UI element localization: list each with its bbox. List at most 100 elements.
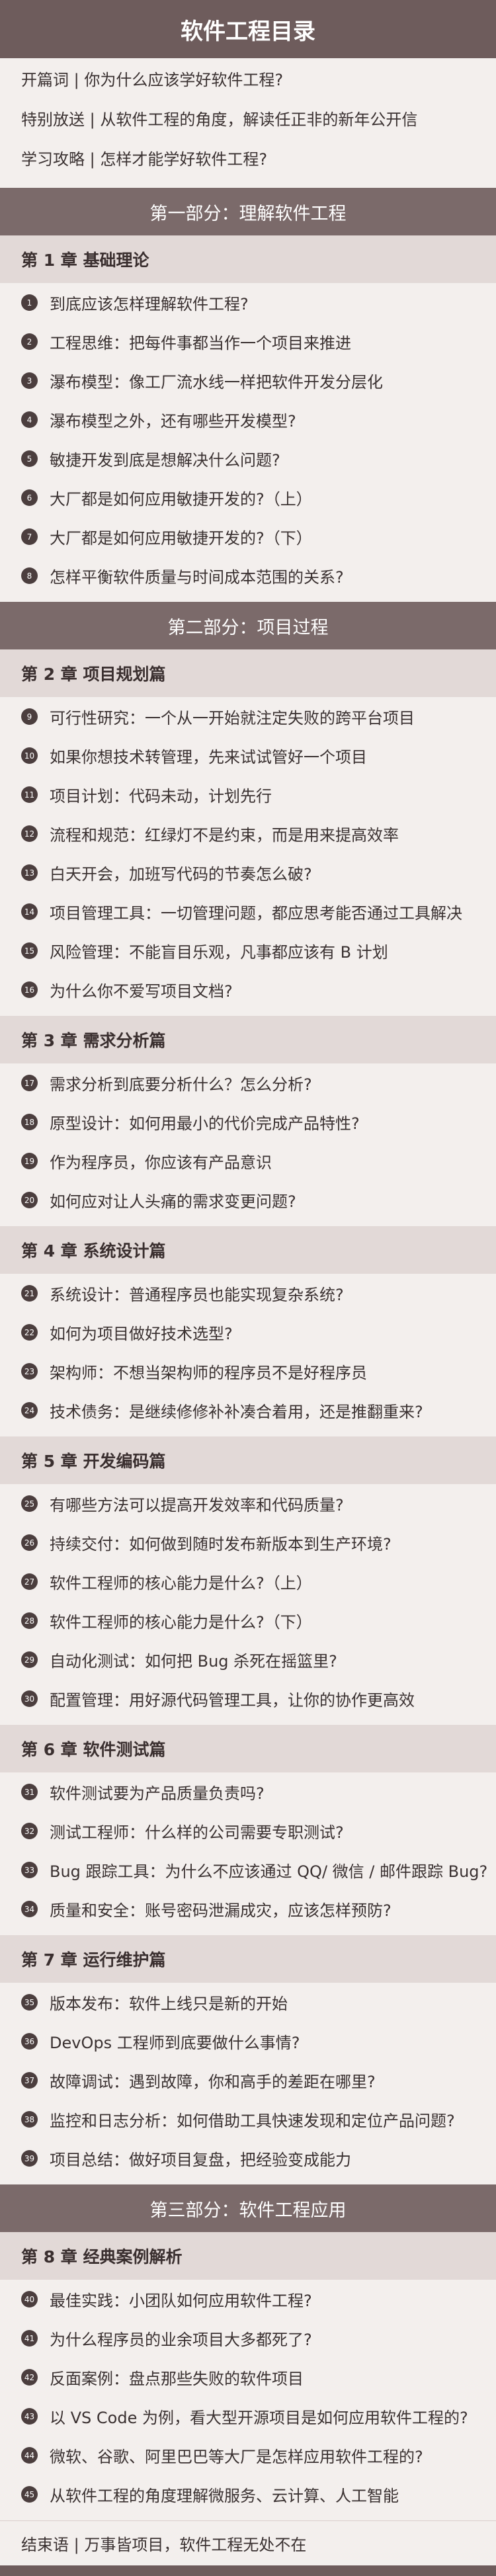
lesson-number-badge: 42 [21,2369,38,2386]
chapter-header: 第 1 章 基础理论 [0,235,496,283]
lesson-item[interactable]: 6 大厂都是如何应用敏捷开发的?（上） [0,478,496,517]
lesson-title: 软件测试要为产品质量负责吗? [50,1784,265,1803]
lesson-item[interactable]: 18 原型设计：如何用最小的代价完成产品特性? [0,1102,496,1142]
lesson-item[interactable]: 29 自动化测试：如何把 Bug 杀死在摇篮里? [0,1640,496,1679]
lesson-item[interactable]: 32 测试工程师：什么样的公司需要专职测试? [0,1811,496,1850]
lesson-item[interactable]: 26 持续交付：如何做到随时发布新版本到生产环境? [0,1523,496,1562]
lesson-number-badge: 21 [21,1285,38,1302]
lesson-item[interactable]: 16 为什么你不爱写项目文档? [0,970,496,1009]
lesson-item[interactable]: 31 软件测试要为产品质量负责吗? [0,1772,496,1811]
lesson-item[interactable]: 45 从软件工程的角度理解微服务、云计算、人工智能 [0,2475,496,2514]
lesson-title: 项目计划：代码未动，计划先行 [50,787,272,806]
lesson-title: 监控和日志分析：如何借助工具快速发现和定位产品问题? [50,2112,455,2130]
lesson-item[interactable]: 22 如何为项目做好技术选型? [0,1313,496,1352]
lesson-item[interactable]: 10 如果你想技术转管理，先来试试管好一个项目 [0,736,496,775]
part-header: 第二部分：项目过程 [0,602,496,649]
table-of-contents: 软件工程目录 开篇词 | 你为什么应该学好软件工程? 特别放送 | 从软件工程的角… [0,0,496,2576]
lesson-title: 项目管理工具：一切管理问题，都应思考能否通过工具解决 [50,904,462,923]
intro-item[interactable]: 特别放送 | 从软件工程的角度，解读任正非的新年公开信 [0,98,496,138]
lesson-number-badge: 22 [21,1324,38,1341]
lesson-title: 原型设计：如何用最小的代价完成产品特性? [50,1114,360,1133]
closing-item[interactable]: 结束语 | 万事皆项目，软件工程无处不在 [0,2520,496,2565]
chapter-header: 第 4 章 系统设计篇 [0,1226,496,1274]
lesson-number-badge: 23 [21,1363,38,1380]
lesson-title: 最佳实践：小团队如何应用软件工程? [50,2292,312,2310]
footer-bar [0,2565,496,2576]
lesson-item[interactable]: 7 大厂都是如何应用敏捷开发的?（下） [0,517,496,556]
lesson-title: 架构师：不想当架构师的程序员不是好程序员 [50,1364,367,1382]
lesson-number-badge: 28 [21,1612,38,1629]
lesson-item[interactable]: 41 为什么程序员的业余项目大多都死了? [0,2319,496,2358]
lesson-item[interactable]: 3 瀑布模型：像工厂流水线一样把软件开发分层化 [0,361,496,400]
intro-item[interactable]: 学习攻略 | 怎样才能学好软件工程? [0,138,496,177]
lesson-item[interactable]: 9 可行性研究：一个从一开始就注定失败的跨平台项目 [0,697,496,736]
lesson-item[interactable]: 2 工程思维：把每件事都当作一个项目来推进 [0,322,496,361]
lesson-item[interactable]: 15 风险管理：不能盲目乐观，凡事都应该有 B 计划 [0,931,496,970]
lesson-title: 风险管理：不能盲目乐观，凡事都应该有 B 计划 [50,943,388,962]
lesson-item[interactable]: 17 需求分析到底要分析什么？怎么分析? [0,1063,496,1102]
page-title: 软件工程目录 [0,0,496,58]
lesson-number-badge: 12 [21,825,38,842]
lesson-number-badge: 5 [21,450,38,467]
lesson-item[interactable]: 11 项目计划：代码未动，计划先行 [0,775,496,814]
lesson-number-badge: 19 [21,1153,38,1169]
lesson-title: 版本发布：软件上线只是新的开始 [50,1995,288,2013]
lesson-item[interactable]: 39 项目总结：做好项目复盘，把经验变成能力 [0,2139,496,2178]
lesson-item[interactable]: 28 软件工程师的核心能力是什么?（下） [0,1601,496,1640]
lesson-item[interactable]: 25 有哪些方法可以提高开发效率和代码质量? [0,1484,496,1523]
lesson-item[interactable]: 12 流程和规范：红绿灯不是约束，而是用来提高效率 [0,814,496,853]
part-header: 第一部分：理解软件工程 [0,188,496,235]
lesson-number-badge: 24 [21,1402,38,1419]
lesson-item[interactable]: 44 微软、谷歌、阿里巴巴等大厂是怎样应用软件工程的? [0,2436,496,2475]
lesson-item[interactable]: 23 架构师：不想当架构师的程序员不是好程序员 [0,1352,496,1391]
lesson-title: 工程思维：把每件事都当作一个项目来推进 [50,334,351,353]
lesson-title: 软件工程师的核心能力是什么?（上） [50,1574,312,1593]
lesson-item[interactable]: 14 项目管理工具：一切管理问题，都应思考能否通过工具解决 [0,892,496,931]
lesson-number-badge: 1 [21,294,38,311]
lesson-number-badge: 16 [21,981,38,998]
lesson-item[interactable]: 20 如何应对让人头痛的需求变更问题? [0,1181,496,1220]
lesson-item[interactable]: 35 版本发布：软件上线只是新的开始 [0,1983,496,2022]
lesson-title: 微软、谷歌、阿里巴巴等大厂是怎样应用软件工程的? [50,2448,423,2466]
lesson-item[interactable]: 13 白天开会，加班写代码的节奏怎么破? [0,853,496,892]
lesson-item[interactable]: 8 怎样平衡软件质量与时间成本范围的关系? [0,556,496,595]
lesson-item[interactable]: 43 以 VS Code 为例，看大型开源项目是如何应用软件工程的? [0,2397,496,2436]
lesson-title: 到底应该怎样理解软件工程? [50,295,249,313]
lesson-number-badge: 6 [21,489,38,506]
lesson-item[interactable]: 33 Bug 跟踪工具：为什么不应该通过 QQ/ 微信 / 邮件跟踪 Bug? [0,1850,496,1890]
lesson-number-badge: 34 [21,1901,38,1917]
lesson-item[interactable]: 40 最佳实践：小团队如何应用软件工程? [0,2280,496,2319]
lesson-item[interactable]: 34 质量和安全：账号密码泄漏成灾，应该怎样预防? [0,1890,496,1929]
lesson-number-badge: 38 [21,2111,38,2128]
lesson-title: 故障调试：遇到故障，你和高手的差距在哪里? [50,2073,376,2091]
lesson-item[interactable]: 42 反面案例：盘点那些失败的软件项目 [0,2358,496,2397]
lesson-number-badge: 15 [21,942,38,959]
lesson-item[interactable]: 27 软件工程师的核心能力是什么?（上） [0,1562,496,1601]
lesson-title: 以 VS Code 为例，看大型开源项目是如何应用软件工程的? [50,2409,468,2427]
lesson-number-badge: 33 [21,1862,38,1878]
lesson-title: 测试工程师：什么样的公司需要专职测试? [50,1823,344,1842]
lesson-item[interactable]: 5 敏捷开发到底是想解决什么问题? [0,439,496,478]
chapter-spacer [0,2178,496,2184]
chapter-spacer [0,2514,496,2520]
lesson-title: 软件工程师的核心能力是什么?（下） [50,1613,312,1632]
lesson-item[interactable]: 19 作为程序员，你应该有产品意识 [0,1142,496,1181]
lesson-number-badge: 18 [21,1114,38,1130]
lesson-item[interactable]: 37 故障调试：遇到故障，你和高手的差距在哪里? [0,2061,496,2100]
lesson-number-badge: 9 [21,708,38,725]
lesson-item[interactable]: 30 配置管理：用好源代码管理工具，让你的协作更高效 [0,1679,496,1718]
lesson-item[interactable]: 24 技术债务：是继续修修补补凑合着用，还是推翻重来? [0,1391,496,1430]
intro-item[interactable]: 开篇词 | 你为什么应该学好软件工程? [0,58,496,98]
lesson-title: 质量和安全：账号密码泄漏成灾，应该怎样预防? [50,1901,392,1920]
lesson-number-badge: 45 [21,2486,38,2503]
lesson-title: 如何应对让人头痛的需求变更问题? [50,1192,296,1211]
lesson-title: 瀑布模型：像工厂流水线一样把软件开发分层化 [50,373,383,392]
lesson-item[interactable]: 4 瀑布模型之外，还有哪些开发模型? [0,400,496,439]
lesson-item[interactable]: 38 监控和日志分析：如何借助工具快速发现和定位产品问题? [0,2100,496,2139]
lesson-item[interactable]: 36 DevOps 工程师到底要做什么事情? [0,2022,496,2061]
lesson-item[interactable]: 1 到底应该怎样理解软件工程? [0,283,496,322]
lesson-item[interactable]: 21 系统设计：普通程序员也能实现复杂系统? [0,1274,496,1313]
lesson-number-badge: 36 [21,2033,38,2050]
lesson-title: 配置管理：用好源代码管理工具，让你的协作更高效 [50,1691,415,1710]
lesson-title: 白天开会，加班写代码的节奏怎么破? [50,865,312,884]
